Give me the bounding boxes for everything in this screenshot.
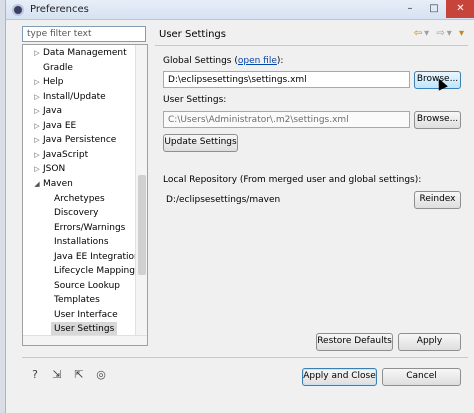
tree-item[interactable]: ▷ Java Persistence — [23, 133, 135, 148]
tree-item[interactable]: ▷ JavaScript — [23, 148, 135, 163]
tree-item[interactable]: ▷ Java — [23, 104, 135, 119]
expand-arrow-icon[interactable]: ▷ — [33, 133, 41, 147]
page-title: User Settings — [159, 29, 226, 40]
collapse-arrow-icon[interactable]: ◢ — [33, 177, 41, 191]
local-repository-value: D:/eclipsesettings/maven — [161, 191, 410, 208]
tree-item-label: Java Persistence — [43, 135, 117, 146]
global-settings-field[interactable]: D:\eclipsesettings\settings.xml — [163, 71, 410, 88]
open-file-link[interactable]: open file — [238, 56, 277, 66]
page-navigation: ⇦▾ ⇨▾ ▾ — [414, 28, 466, 39]
user-browse-button[interactable]: Browse... — [414, 111, 461, 129]
tree-item[interactable]: Installations — [23, 235, 135, 250]
user-settings-label: User Settings: — [163, 95, 227, 105]
global-settings-label-suffix: ): — [276, 56, 284, 66]
back-dropdown-icon[interactable]: ▾ — [424, 28, 431, 39]
tree-item-label: Gradle — [43, 62, 73, 73]
reindex-button[interactable]: Reindex — [414, 191, 461, 209]
title-bar: Preferences – □ ✕ — [6, 0, 474, 20]
view-menu-icon[interactable]: ▾ — [459, 28, 466, 39]
expand-arrow-icon[interactable]: ▷ — [33, 90, 41, 104]
tree-item-label: Install/Update — [43, 91, 106, 102]
expand-arrow-icon[interactable]: ▷ — [33, 104, 41, 118]
footer-separator — [22, 357, 468, 358]
update-settings-button[interactable]: Update Settings — [163, 134, 238, 152]
tree-item-label: JavaScript — [43, 149, 89, 160]
tree-item[interactable]: ◢ Maven — [23, 177, 135, 192]
tree-item[interactable]: Archetypes — [23, 192, 135, 207]
tree-item-label: Maven — [43, 178, 73, 189]
tree-vertical-scrollbar[interactable] — [135, 45, 147, 345]
global-settings-label: Global Settings (open file): — [163, 56, 283, 66]
help-icon[interactable]: ? — [28, 368, 42, 382]
tree-item-label: JSON — [43, 164, 66, 175]
tree-item-label: Templates — [54, 295, 100, 306]
expand-arrow-icon[interactable]: ▷ — [33, 162, 41, 176]
import-icon[interactable]: ⇲ — [50, 368, 64, 382]
page-header: User Settings ⇦▾ ⇨▾ ▾ — [155, 24, 468, 46]
tree-item-label: Discovery — [54, 208, 99, 219]
tree-item-label: Java EE — [43, 120, 77, 131]
user-settings-field[interactable]: C:\Users\Administrator\.m2\settings.xml — [163, 111, 410, 128]
back-arrow-icon[interactable]: ⇦ — [414, 28, 424, 39]
tree-item[interactable]: Lifecycle Mappings — [23, 264, 140, 279]
eclipse-icon — [12, 4, 24, 16]
tree-item[interactable]: ▷ Install/Update — [23, 90, 135, 105]
tree-item-label: Java EE Integration — [54, 251, 140, 262]
preference-tree[interactable]: ▷ Data Management Gradle ▷ Help ▷ Install/Upda… — [22, 44, 148, 346]
tree-item-label: User Interface — [54, 309, 118, 320]
minimize-button[interactable]: – — [398, 0, 422, 18]
tree-item[interactable]: ▷ Help — [23, 75, 135, 90]
tree-item[interactable]: User Interface — [23, 308, 135, 323]
global-settings-label-text: Global Settings ( — [163, 56, 238, 66]
tree-item[interactable]: ▷ Data Management — [23, 46, 135, 61]
tree-item-label: Installations — [54, 237, 109, 248]
tree-item-label: Archetypes — [54, 193, 105, 204]
filter-input[interactable]: type filter text — [22, 26, 146, 42]
tree-item[interactable]: Gradle — [23, 61, 135, 76]
tree-item-label: Help — [43, 77, 64, 88]
apply-button[interactable]: Apply — [398, 333, 461, 351]
local-repository-label: Local Repository (From merged user and g… — [163, 175, 422, 185]
tree-item[interactable]: Discovery — [23, 206, 135, 221]
tree-item[interactable]: Templates — [23, 293, 135, 308]
forward-arrow-icon[interactable]: ⇨ — [436, 28, 446, 39]
tree-item[interactable]: Source Lookup — [23, 279, 135, 294]
expand-arrow-icon[interactable]: ▷ — [33, 119, 41, 133]
window-title: Preferences — [30, 4, 89, 15]
preferences-dialog: Preferences – □ ✕ type filter text ▷ Data… — [5, 0, 474, 413]
tree-item[interactable]: ▷ JSON — [23, 162, 135, 177]
expand-arrow-icon[interactable]: ▷ — [33, 46, 41, 60]
maximize-button[interactable]: □ — [422, 0, 446, 18]
tree-item[interactable]: Java EE Integration — [23, 250, 140, 265]
tree-item-label: Data Management — [43, 48, 127, 58]
tree-item[interactable]: ▷ Java EE — [23, 119, 135, 134]
tree-item-label: Lifecycle Mappings — [54, 266, 140, 277]
forward-dropdown-icon[interactable]: ▾ — [447, 28, 454, 39]
tree-item[interactable]: Errors/Warnings — [23, 221, 135, 236]
tree-scroll-thumb[interactable] — [138, 175, 146, 275]
tree-horizontal-scrollbar[interactable] — [23, 335, 147, 345]
export-icon[interactable]: ⇱ — [72, 368, 86, 382]
expand-arrow-icon[interactable]: ▷ — [33, 148, 41, 162]
expand-arrow-icon[interactable]: ▷ — [33, 75, 41, 89]
tree-item-label: Java — [43, 106, 63, 117]
cancel-button[interactable]: Cancel — [382, 368, 461, 386]
close-button[interactable]: ✕ — [446, 0, 474, 18]
restore-defaults-button[interactable]: Restore Defaults — [316, 333, 393, 351]
settings-icon[interactable]: ◎ — [94, 368, 108, 382]
tree-item-label: Errors/Warnings — [54, 222, 126, 233]
apply-and-close-button[interactable]: Apply and Close — [302, 368, 377, 386]
tree-item-label: Source Lookup — [54, 280, 120, 291]
